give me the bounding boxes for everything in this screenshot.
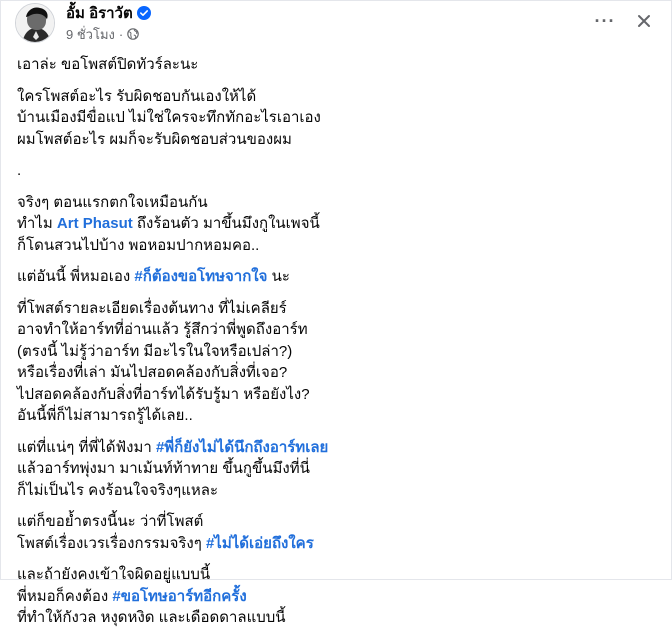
post-text-line: ใครโพสต์อะไร รับผิดชอบกันเองให้ได้: [17, 87, 257, 105]
text-segment: นะ: [267, 268, 290, 285]
author-name[interactable]: อั้ม อิราวัต: [66, 1, 133, 25]
post-text-line: ที่โพสต์รายละเอียดเรื่องต้นทาง ที่ไม่เคล…: [17, 299, 287, 317]
verified-badge-icon: [136, 6, 151, 20]
hashtag-link[interactable]: #ขอโทษอาร์ทอีกครั้ง: [112, 588, 246, 605]
post-text-line: .: [17, 162, 22, 179]
post-text-line: เอาล่ะ ขอโพสต์ปิดทัวร์ละนะ: [17, 56, 199, 73]
paragraph-2: ใครโพสต์อะไร รับผิดชอบกันเองให้ได้ บ้านเ…: [17, 86, 657, 151]
author-line: อั้ม อิราวัต: [66, 2, 151, 24]
paragraph-1: เอาล่ะ ขอโพสต์ปิดทัวร์ละนะ: [17, 54, 657, 76]
post-timestamp[interactable]: 9 ชั่วโมง: [66, 24, 115, 45]
post-text-line: หรือเรื่องที่เล่า มันไปสอดคล้องกับสิ่งที…: [17, 364, 288, 381]
post-text-line: แต่อันนี้ พี่หมอเอง #ก็ต้องขอโทษจากใจ นะ: [17, 266, 657, 288]
paragraph-6: ที่โพสต์รายละเอียดเรื่องต้นทาง ที่ไม่เคล…: [17, 298, 657, 427]
post-meta: 9 ชั่วโมง ·: [66, 24, 140, 45]
post-text-line: ไปสอดคล้องกับสิ่งที่อาร์ทได้รับรู้มา หรื…: [17, 385, 310, 403]
facebook-post: อั้ม อิราวัต 9 ชั่วโมง · ··· เอาล่ะ ขอโพ…: [0, 0, 672, 626]
hashtag-link[interactable]: #พี่ก็ยังไม่ได้นึกถึงอาร์ทเลย: [156, 439, 328, 456]
mention-link[interactable]: Art Phasut: [57, 215, 133, 232]
post-text-line: แต่ก็ขอย้ำตรงนี้นะ ว่าที่โพสต์: [17, 513, 204, 530]
post-text-line: อันนี้พี่ก็ไม่สามารถรู้ได้เลย..: [17, 407, 193, 424]
paragraph-8: แต่ก็ขอย้ำตรงนี้นะ ว่าที่โพสต์ โพสต์เรื่…: [17, 511, 657, 554]
post-text-line: ทำไม Art Phasut ถึงร้อนตัว มาขึ้นมึงกูใน…: [17, 213, 657, 235]
text-segment: แต่อันนี้ พี่หมอเอง: [17, 268, 135, 285]
paragraph-9: และถ้ายังคงเข้าใจผิดอยู่แบบนี้ พี่หมอก็ค…: [17, 564, 657, 629]
paragraph-3: .: [17, 160, 657, 182]
post-text-line: โพสต์เรื่องเวรเรื่องกรรมจริงๆ #ไม่ได้เอ่…: [17, 533, 657, 555]
globe-icon[interactable]: [127, 28, 140, 40]
text-segment: โพสต์เรื่องเวรเรื่องกรรมจริงๆ: [17, 534, 206, 552]
post-header: อั้ม อิราวัต 9 ชั่วโมง · ···: [15, 1, 655, 57]
text-segment: ทำไม: [17, 215, 57, 232]
post-text-line: พี่หมอก็คงต้อง #ขอโทษอาร์ทอีกครั้ง: [17, 586, 657, 608]
post-text-line: และถ้ายังคงเข้าใจผิดอยู่แบบนี้: [17, 566, 211, 583]
post-text-line: (ตรงนี้ ไม่รู้ว่าอาร์ท มีอะไรในใจหรือเปล…: [17, 342, 293, 360]
post-text-line: ก็โดนสวนไปบ้าง พอหอมปากหอมคอ..: [17, 236, 260, 254]
profile-avatar[interactable]: [15, 3, 55, 43]
meta-separator: ·: [118, 26, 124, 42]
text-segment: ถึงร้อนตัว มาขึ้นมึงกูในเพจนี้: [132, 215, 320, 232]
post-text-line: จริงๆ ตอนแรกตกใจเหมือนกัน: [17, 193, 208, 211]
post-text-line: ผมโพสต์อะไร ผมก็จะรับผิดชอบส่วนของผม: [17, 130, 292, 148]
more-options-icon[interactable]: ···: [591, 7, 619, 35]
close-icon[interactable]: [630, 7, 658, 35]
post-text-line: แล้วอาร์ทพุ่งมา มาเม้นท์ท้าทาย ขึ้นกูขึ้…: [17, 460, 310, 477]
paragraph-5: แต่อันนี้ พี่หมอเอง #ก็ต้องขอโทษจากใจ นะ: [17, 266, 657, 288]
text-segment: แต่ที่แน่ๆ ที่พี่ได้ฟังมา: [17, 438, 156, 456]
avatar-image: [16, 4, 54, 42]
post-body: เอาล่ะ ขอโพสต์ปิดทัวร์ละนะ ใครโพสต์อะไร …: [17, 54, 657, 639]
post-text-line: ก็ไม่เป็นไร คงร้อนใจจริงๆแหละ: [17, 481, 219, 499]
post-text-line: อาจทำให้อาร์ทที่อ่านแล้ว รู้สึกว่าพี่พูด…: [17, 321, 308, 338]
paragraph-7: แต่ที่แน่ๆ ที่พี่ได้ฟังมา #พี่ก็ยังไม่ได…: [17, 437, 657, 502]
text-segment: พี่หมอก็คงต้อง: [17, 587, 113, 605]
hashtag-link[interactable]: #ไม่ได้เอ่ยถึงใคร: [206, 535, 314, 552]
paragraph-4: จริงๆ ตอนแรกตกใจเหมือนกัน ทำไม Art Phasu…: [17, 192, 657, 257]
post-text-line: บ้านเมืองมีขื่อแป ไม่ใช่ใครจะทึกทักอะไรเ…: [17, 109, 321, 126]
post-text-line: ที่ทำให้กังวล หงุดหงิด และเดือดดาลแบบนี้: [17, 609, 286, 626]
post-text-line: แต่ที่แน่ๆ ที่พี่ได้ฟังมา #พี่ก็ยังไม่ได…: [17, 437, 657, 459]
hashtag-link[interactable]: #ก็ต้องขอโทษจากใจ: [134, 268, 267, 285]
